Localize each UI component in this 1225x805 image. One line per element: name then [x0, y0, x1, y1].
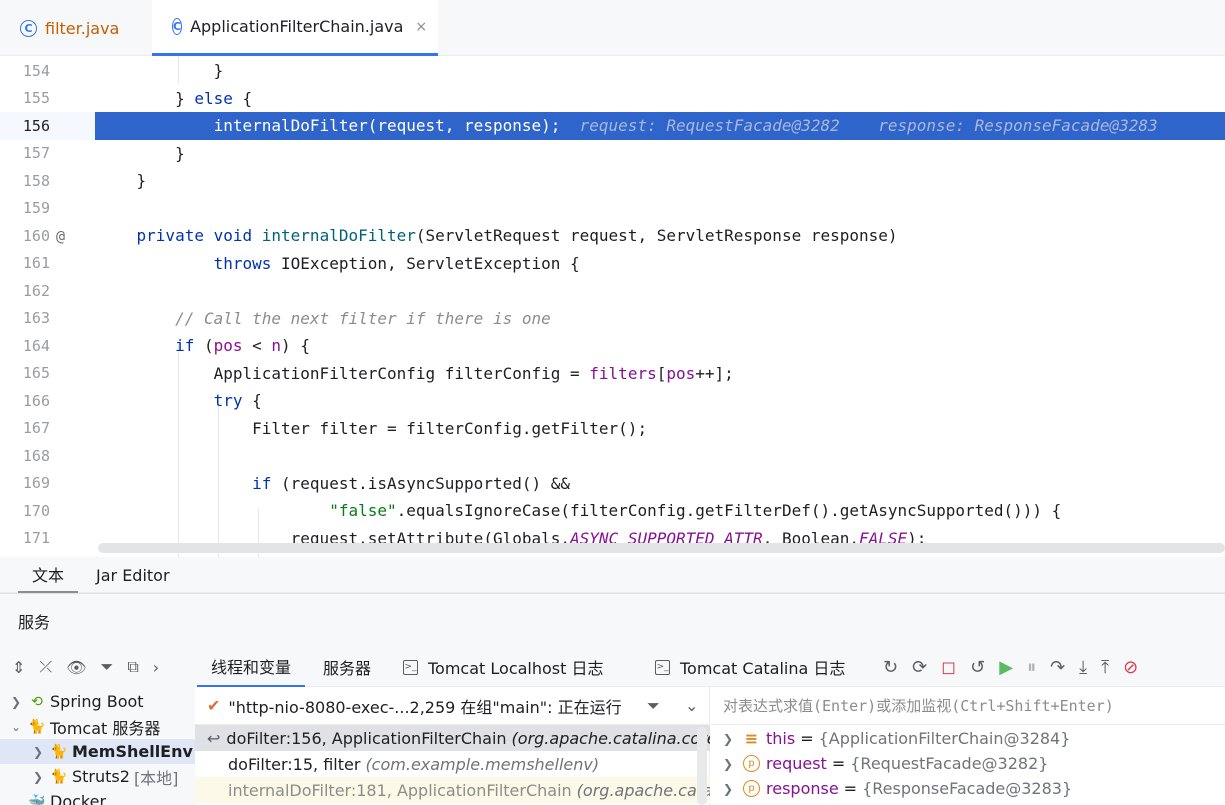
variable-row[interactable]: ❯ p response = {ResponseFacade@3283}	[711, 776, 1225, 801]
code-text: internalDoFilter(request, response);	[98, 116, 561, 136]
services-tree: ❯ ⟲ Spring Boot ⌄ 🐈 Tomcat 服务器 ❯ 🐈 MemSh…	[0, 687, 195, 805]
override-at-icon[interactable]: @	[56, 227, 65, 245]
code-line: 163 // Call the next filter if there is …	[22, 308, 551, 328]
debug-toolbar: ↻ ⟳ ◻ ↺ ▶ ⏸ ↷ ⤓ ⤒ ⊘	[883, 647, 1138, 687]
code-line: 157 }	[22, 143, 185, 163]
tomcat-icon: 🐈	[50, 768, 68, 785]
frames-scrollbar[interactable]	[697, 727, 707, 805]
code-line: 164 if (pos < n) {	[22, 336, 310, 356]
collapse-all-icon[interactable]: ⤫	[39, 657, 52, 677]
tab-filter-java[interactable]: C filter.java	[0, 0, 131, 56]
chevron-right-icon[interactable]: ❯	[723, 732, 737, 746]
tab-applicationfilterchain-java[interactable]: C ApplicationFilterChain.java ×	[152, 0, 438, 56]
tab-label: filter.java	[45, 18, 120, 38]
tree-item-tomcat[interactable]: ⌄ 🐈 Tomcat 服务器	[8, 714, 195, 739]
frame-row[interactable]: ↩ doFilter:156, ApplicationFilterChain (…	[195, 725, 710, 751]
resume-icon[interactable]: ▶	[999, 657, 1013, 678]
close-icon[interactable]: ×	[415, 19, 427, 35]
field-icon: ≡	[744, 729, 759, 748]
variable-row[interactable]: ❯ ≡ this = {ApplicationFilterChain@3284}	[711, 726, 1225, 751]
evaluate-expression-input[interactable]: 对表达式求值(Enter)或添加监视(Ctrl+Shift+Enter)	[711, 687, 1225, 725]
rerun-icon[interactable]: ↻	[883, 657, 898, 678]
code-line: 166 try {	[22, 391, 262, 411]
tomcat-icon: 🐈	[28, 718, 46, 735]
chevron-right-icon[interactable]: ❯	[30, 745, 46, 759]
tab-server[interactable]: 服务器	[309, 647, 385, 687]
code-line: 160 @ private void internalDoFilter(Serv…	[22, 226, 898, 246]
tab-tomcat-localhost-log[interactable]: >_ Tomcat Localhost 日志	[389, 647, 618, 687]
code-line: 169 if (request.isAsyncSupported() &&	[22, 473, 571, 493]
code-line: 161 throws IOException, ServletException…	[22, 253, 580, 273]
code-line-current: 156 internalDoFilter(request, response);…	[0, 112, 1225, 140]
services-toolbar: ⇕ ⤫ 👁 ⏷ ⧉ ›	[0, 647, 195, 687]
filter-icon[interactable]: ⏷	[647, 696, 660, 716]
thread-selector[interactable]: ✔ "http-nio-8080-exec-...2,259 在组"main":…	[195, 687, 710, 725]
tab-jar-editor[interactable]: Jar Editor	[82, 557, 184, 593]
class-icon: C	[20, 19, 37, 37]
frames-panel: ✔ "http-nio-8080-exec-...2,259 在组"main":…	[195, 687, 710, 805]
chevron-down-icon[interactable]: ⌄	[8, 720, 24, 734]
restart-icon[interactable]: ↺	[970, 657, 985, 678]
chevron-right-icon[interactable]: ❯	[723, 782, 737, 796]
code-line: 167 Filter filter = filterConfig.getFilt…	[22, 418, 648, 438]
horizontal-scrollbar[interactable]	[98, 543, 1225, 553]
docker-icon: 🐳	[28, 793, 46, 805]
code-line: 168	[22, 446, 50, 465]
tree-item-memshellenv[interactable]: ❯ 🐈 MemShellEnv	[0, 739, 195, 764]
spring-boot-icon: ⟲	[31, 693, 43, 710]
editor-tab-bar: C filter.java C ApplicationFilterChain.j…	[0, 0, 1225, 56]
class-icon: C	[172, 18, 183, 35]
chevron-right-icon[interactable]: ❯	[8, 695, 24, 709]
tab-threads-variables[interactable]: 线程和变量	[197, 647, 306, 687]
step-over-icon[interactable]: ↷	[1050, 657, 1065, 678]
new-tab-icon[interactable]: ⧉	[127, 657, 138, 677]
variable-row[interactable]: ❯ p request = {RequestFacade@3282}	[711, 751, 1225, 776]
frame-row[interactable]: internalDoFilter:181, ApplicationFilterC…	[195, 777, 710, 803]
checkmark-icon: ✔	[207, 696, 221, 715]
tab-label: ApplicationFilterChain.java	[190, 17, 404, 36]
services-header: 服务	[0, 593, 1225, 647]
chevron-down-icon[interactable]: ⌄	[685, 696, 698, 715]
code-line: 154 }	[22, 61, 224, 81]
step-into-icon[interactable]: ⤓	[1079, 657, 1087, 678]
tomcat-icon: 🐈	[50, 743, 68, 760]
return-icon: ↩	[207, 728, 221, 748]
debug-tab-bar: 线程和变量 服务器 >_ Tomcat Localhost 日志 >_ Tomc…	[195, 647, 1225, 687]
expand-all-icon[interactable]: ⇕	[12, 658, 25, 677]
variables-panel: 对表达式求值(Enter)或添加监视(Ctrl+Shift+Enter) ❯ ≡…	[711, 687, 1225, 805]
rerun-debug-icon[interactable]: ⟳	[912, 657, 927, 678]
step-out-icon[interactable]: ⤒	[1101, 657, 1109, 678]
terminal-icon: >_	[403, 659, 418, 675]
view-tab-bar: 文本 Jar Editor	[0, 557, 1225, 593]
eye-icon[interactable]: 👁	[66, 658, 86, 677]
filter-icon[interactable]: ⏷	[101, 657, 114, 677]
tab-text[interactable]: 文本	[18, 557, 79, 593]
terminal-icon: >_	[655, 659, 670, 675]
tab-tomcat-catalina-log[interactable]: >_ Tomcat Catalina 日志	[641, 647, 859, 687]
code-editor[interactable]: 154 } 155 } else { 156 internalDoFilter(…	[0, 56, 1225, 557]
code-line: 170 "false".equalsIgnoreCase(filterConfi…	[22, 501, 1062, 521]
services-title: 服务	[18, 612, 51, 632]
tree-item-docker[interactable]: 🐳 Docker	[8, 789, 195, 805]
frame-row[interactable]: doFilter:15, filter (com.example.memshel…	[195, 751, 710, 777]
code-line: 155 } else {	[22, 88, 253, 108]
tree-item-struts2[interactable]: ❯ 🐈 Struts2 [本地]	[30, 764, 195, 789]
parameter-icon: p	[743, 780, 760, 797]
pause-icon[interactable]: ⏸	[1027, 657, 1036, 678]
code-line: 159	[22, 199, 50, 218]
mute-breakpoints-icon[interactable]: ⊘	[1123, 657, 1138, 678]
chevron-right-icon[interactable]: ❯	[723, 757, 737, 771]
code-line: 162	[22, 281, 50, 300]
parameter-icon: p	[743, 755, 760, 772]
chevron-right-icon[interactable]: ❯	[30, 770, 46, 784]
chevron-right-icon[interactable]: ›	[153, 658, 159, 677]
inline-values: request: RequestFacade@3282 response: Re…	[560, 116, 1158, 136]
code-line: 165 ApplicationFilterConfig filterConfig…	[22, 363, 734, 383]
tree-item-spring-boot[interactable]: ❯ ⟲ Spring Boot	[8, 689, 195, 714]
stop-icon[interactable]: ◻	[941, 657, 956, 678]
code-line: 158 }	[22, 171, 147, 191]
